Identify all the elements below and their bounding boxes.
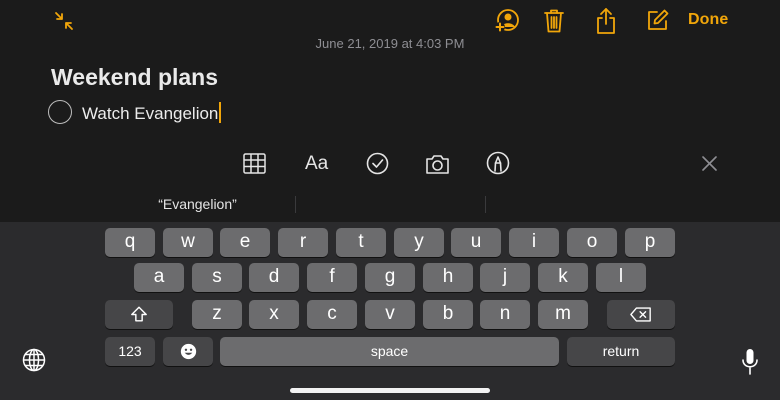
globe-icon[interactable] [22,348,46,372]
key-l[interactable]: l [596,263,646,292]
table-icon[interactable] [243,153,266,174]
checklist-item-text[interactable]: Watch Evangelion [82,102,222,124]
key-u[interactable]: u [451,228,501,257]
key-t[interactable]: t [336,228,386,257]
key-w[interactable]: w [163,228,213,257]
note-timestamp: June 21, 2019 at 4:03 PM [315,36,465,51]
add-person-icon[interactable] [494,8,520,34]
key-q[interactable]: q [105,228,155,257]
key-b[interactable]: b [423,300,473,329]
key-a[interactable]: a [134,263,184,292]
collapse-icon[interactable] [53,10,75,32]
shift-icon [131,306,147,322]
key-v[interactable]: v [365,300,415,329]
key-g[interactable]: g [365,263,415,292]
keyboard: q w e r t y u i o p a s d f g h j k l z … [0,222,780,400]
home-indicator [290,388,490,393]
emoji-icon [180,343,196,360]
key-r[interactable]: r [278,228,328,257]
key-o[interactable]: o [567,228,617,257]
share-icon[interactable] [594,7,618,35]
key-m[interactable]: m [538,300,588,329]
key-e[interactable]: e [220,228,270,257]
key-s[interactable]: s [192,263,242,292]
key-y[interactable]: y [394,228,444,257]
key-d[interactable]: d [249,263,299,292]
note-title[interactable]: Weekend plans [51,64,218,91]
key-p[interactable]: p [625,228,675,257]
text-caret [219,102,222,123]
space-key[interactable]: space [220,337,559,366]
numbers-key[interactable]: 123 [105,337,155,366]
suggestion-item[interactable] [295,190,485,218]
checklist-checkbox[interactable] [48,100,72,124]
markup-icon[interactable] [486,151,510,175]
key-f[interactable]: f [307,263,357,292]
suggestion-bar: “Evangelion” [0,190,780,220]
key-z[interactable]: z [192,300,242,329]
key-c[interactable]: c [307,300,357,329]
trash-icon[interactable] [543,8,565,34]
key-n[interactable]: n [480,300,530,329]
suggestion-item[interactable] [485,190,675,218]
emoji-key[interactable] [163,337,213,366]
format-text-button[interactable]: Aa [305,153,328,175]
backspace-icon [630,307,651,322]
key-k[interactable]: k [538,263,588,292]
done-button[interactable]: Done [688,11,728,29]
suggestion-item[interactable]: “Evangelion” [100,190,295,218]
microphone-icon[interactable] [741,348,759,376]
compose-icon[interactable] [646,8,670,32]
close-icon[interactable] [702,156,717,171]
checklist-icon[interactable] [366,152,389,175]
shift-key[interactable] [105,300,173,329]
key-h[interactable]: h [423,263,473,292]
key-j[interactable]: j [480,263,530,292]
camera-icon[interactable] [425,153,450,175]
key-x[interactable]: x [249,300,299,329]
checklist-item-label: Watch Evangelion [82,104,219,123]
key-i[interactable]: i [509,228,559,257]
checklist-item[interactable]: Watch Evangelion [48,99,348,127]
delete-key[interactable] [607,300,675,329]
return-key[interactable]: return [567,337,675,366]
